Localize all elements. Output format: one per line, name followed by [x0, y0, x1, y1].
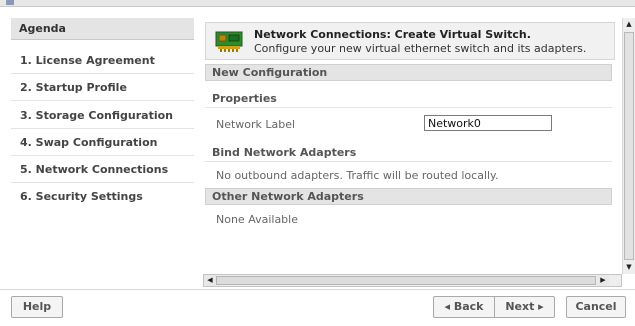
window-top-strip: [0, 0, 635, 7]
back-next-group: ◂ Back Next ▸: [433, 296, 555, 318]
scroll-left-arrow-icon[interactable]: ◀: [204, 275, 216, 286]
agenda-item-startup-profile[interactable]: 2. Startup Profile: [11, 75, 194, 101]
scroll-up-arrow-icon[interactable]: ▲: [623, 18, 635, 30]
agenda-item-security-settings[interactable]: 6. Security Settings: [11, 184, 194, 210]
bind-adapters-message: No outbound adapters. Traffic will be ro…: [216, 169, 499, 182]
vertical-scroll-thumb[interactable]: [624, 32, 634, 260]
network-label-input[interactable]: [424, 115, 552, 131]
network-label-text: Network Label: [216, 118, 296, 131]
bind-adapters-heading: Bind Network Adapters: [205, 145, 612, 162]
agenda-item-storage-configuration[interactable]: 3. Storage Configuration: [11, 103, 194, 129]
main-content: Network Connections: Create Virtual Swit…: [205, 18, 620, 274]
horizontal-scroll-thumb[interactable]: [216, 276, 596, 285]
agenda-item-license-agreement[interactable]: 1. License Agreement: [11, 48, 194, 74]
network-adapter-icon: [215, 31, 243, 52]
scroll-down-arrow-icon[interactable]: ▼: [623, 261, 635, 273]
window-icon: [6, 0, 14, 5]
properties-heading: Properties: [205, 91, 612, 108]
vertical-scrollbar[interactable]: ▲ ▼: [622, 18, 635, 274]
agenda-header: Agenda: [11, 18, 194, 40]
scroll-right-arrow-icon[interactable]: ▶: [597, 275, 609, 286]
horizontal-scrollbar[interactable]: ◀ ▶: [203, 274, 622, 287]
other-adapters-bar: Other Network Adapters: [205, 188, 612, 205]
cancel-button[interactable]: Cancel: [566, 296, 626, 318]
agenda-item-swap-configuration[interactable]: 4. Swap Configuration: [11, 130, 194, 156]
other-adapters-message: None Available: [216, 213, 298, 226]
agenda-sidebar: Agenda 1. License Agreement 2. Startup P…: [11, 18, 194, 273]
page-subtitle: Configure your new virtual ethernet swit…: [254, 42, 587, 55]
page-title: Network Connections: Create Virtual Swit…: [254, 28, 531, 41]
new-configuration-bar: New Configuration: [205, 64, 612, 81]
back-button[interactable]: ◂ Back: [434, 297, 494, 317]
page-header: Network Connections: Create Virtual Swit…: [205, 22, 615, 60]
wizard-footer: Help ◂ Back Next ▸ Cancel: [0, 289, 635, 326]
agenda-item-network-connections[interactable]: 5. Network Connections: [11, 157, 194, 183]
next-button[interactable]: Next ▸: [495, 297, 554, 317]
help-button[interactable]: Help: [11, 296, 63, 318]
